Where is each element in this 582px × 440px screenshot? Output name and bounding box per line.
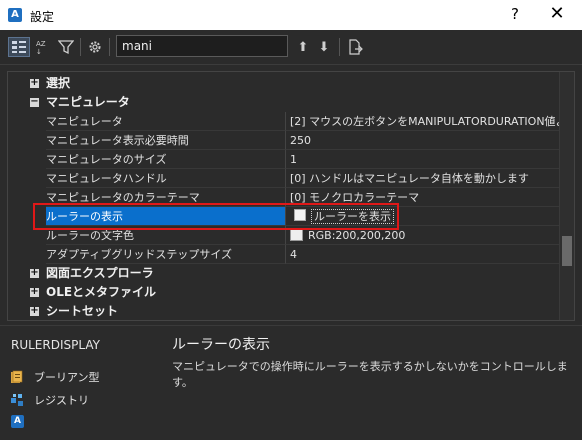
checkbox-label: ルーラーを表示 <box>311 209 394 224</box>
property-row[interactable]: アダプティブグリッドステップサイズ 4 <box>8 245 561 264</box>
help-button[interactable]: ? <box>505 5 525 23</box>
toolbar-separator <box>80 38 81 56</box>
category-manipulator[interactable]: − マニピュレータ <box>8 93 561 112</box>
expand-icon[interactable]: + <box>30 287 39 297</box>
category-label: OLEとメタファイル <box>46 285 157 299</box>
category-label: 選択 <box>46 76 71 90</box>
property-value[interactable]: ルーラーを表示 <box>285 207 561 226</box>
categorized-view-icon[interactable] <box>8 37 30 57</box>
registry-info: レジストリ <box>10 391 89 409</box>
property-row[interactable]: マニピュレータハンドル [0] ハンドルはマニピュレータ自体を動かします <box>8 169 561 188</box>
title-bar: A 設定 ? ✕ <box>0 0 582 30</box>
property-name: アダプティブグリッドステップサイズ <box>46 245 285 264</box>
expand-icon[interactable]: + <box>30 268 39 278</box>
search-input[interactable] <box>116 35 288 57</box>
property-name: マニピュレータのカラーテーマ <box>46 188 285 207</box>
property-value[interactable]: [0] ハンドルはマニピュレータ自体を動かします <box>285 169 561 188</box>
category-drawing-explorer[interactable]: + 図面エクスプローラ <box>8 264 561 283</box>
category-ole[interactable]: + OLEとメタファイル <box>8 283 561 302</box>
property-value[interactable]: 250 <box>285 131 561 150</box>
toolbar-separator <box>109 38 110 56</box>
scrollbar-thumb[interactable] <box>562 236 572 266</box>
expand-icon[interactable]: + <box>30 78 39 88</box>
property-row[interactable]: ルーラーの文字色 RGB:200,200,200 <box>8 226 561 245</box>
property-grid: + 選択 − マニピュレータ マニピュレータ [2] マウスの左ボタンをMANI… <box>7 71 575 321</box>
property-name: ルーラーの文字色 <box>46 226 285 245</box>
description-title: ルーラーの表示 <box>172 337 270 353</box>
toolbar-separator <box>339 38 340 56</box>
boolean-type-icon <box>10 370 26 384</box>
color-value: RGB:200,200,200 <box>308 229 406 242</box>
type-label: ブーリアン型 <box>34 371 100 384</box>
property-value[interactable]: [0] モノクロカラーテーマ <box>285 188 561 207</box>
category-label: 図面エクスプローラ <box>46 266 154 280</box>
category-sheet-set[interactable]: + シートセット <box>8 302 561 320</box>
category-selection[interactable]: + 選択 <box>8 74 561 93</box>
gear-icon[interactable] <box>84 37 106 57</box>
property-value[interactable]: RGB:200,200,200 <box>285 226 561 245</box>
property-name: マニピュレータ <box>46 112 285 131</box>
color-swatch <box>290 228 303 241</box>
property-name: ルーラーの表示 <box>46 207 285 226</box>
alphabetical-sort-icon[interactable]: AZ ↓ <box>32 37 54 57</box>
registry-label: レジストリ <box>34 394 89 407</box>
category-label: シートセット <box>46 304 119 318</box>
description-text: マニピュレータでの操作時にルーラーを表示するかしないかをコントロールします。 <box>172 360 568 389</box>
svg-text:AZ: AZ <box>36 40 46 48</box>
collapse-icon[interactable]: − <box>30 97 39 107</box>
property-value[interactable]: 1 <box>285 150 561 169</box>
category-label: マニピュレータ <box>46 95 130 109</box>
property-row[interactable]: マニピュレータのサイズ 1 <box>8 150 561 169</box>
window-title: 設定 <box>30 10 55 24</box>
expand-icon[interactable]: + <box>30 306 39 316</box>
property-value[interactable]: [2] マウスの左ボタンをMANIPULATORDURATION値より <box>285 112 561 131</box>
app-icon: A <box>8 8 22 22</box>
toolbar: AZ ↓ ⬆ ⬇ <box>0 30 582 65</box>
filter-icon[interactable] <box>55 37 77 57</box>
divider <box>0 325 582 326</box>
type-info: ブーリアン型 <box>10 368 100 386</box>
svg-text:↓: ↓ <box>36 48 42 55</box>
property-row[interactable]: マニピュレータのカラーテーマ [0] モノクロカラーテーマ <box>8 188 561 207</box>
vertical-scrollbar[interactable] <box>559 72 574 320</box>
next-match-button[interactable]: ⬇ <box>313 37 335 57</box>
close-button[interactable]: ✕ <box>545 3 569 24</box>
property-name: マニピュレータのサイズ <box>46 150 285 169</box>
property-row[interactable]: マニピュレータ [2] マウスの左ボタンをMANIPULATORDURATION… <box>8 112 561 131</box>
property-name: マニピュレータ表示必要時間 <box>46 131 285 150</box>
property-value[interactable]: 4 <box>285 245 561 264</box>
app-logo-icon: A <box>11 415 24 428</box>
registry-icon <box>10 393 26 407</box>
property-name: マニピュレータハンドル <box>46 169 285 188</box>
command-name: RULERDISPLAY <box>11 338 100 352</box>
property-row[interactable]: マニピュレータ表示必要時間 250 <box>8 131 561 150</box>
property-row-ruler-display[interactable]: ルーラーの表示 ルーラーを表示 <box>8 207 561 226</box>
previous-match-button[interactable]: ⬆ <box>292 37 314 57</box>
export-icon[interactable] <box>344 37 366 57</box>
ruler-display-checkbox[interactable] <box>294 209 306 221</box>
